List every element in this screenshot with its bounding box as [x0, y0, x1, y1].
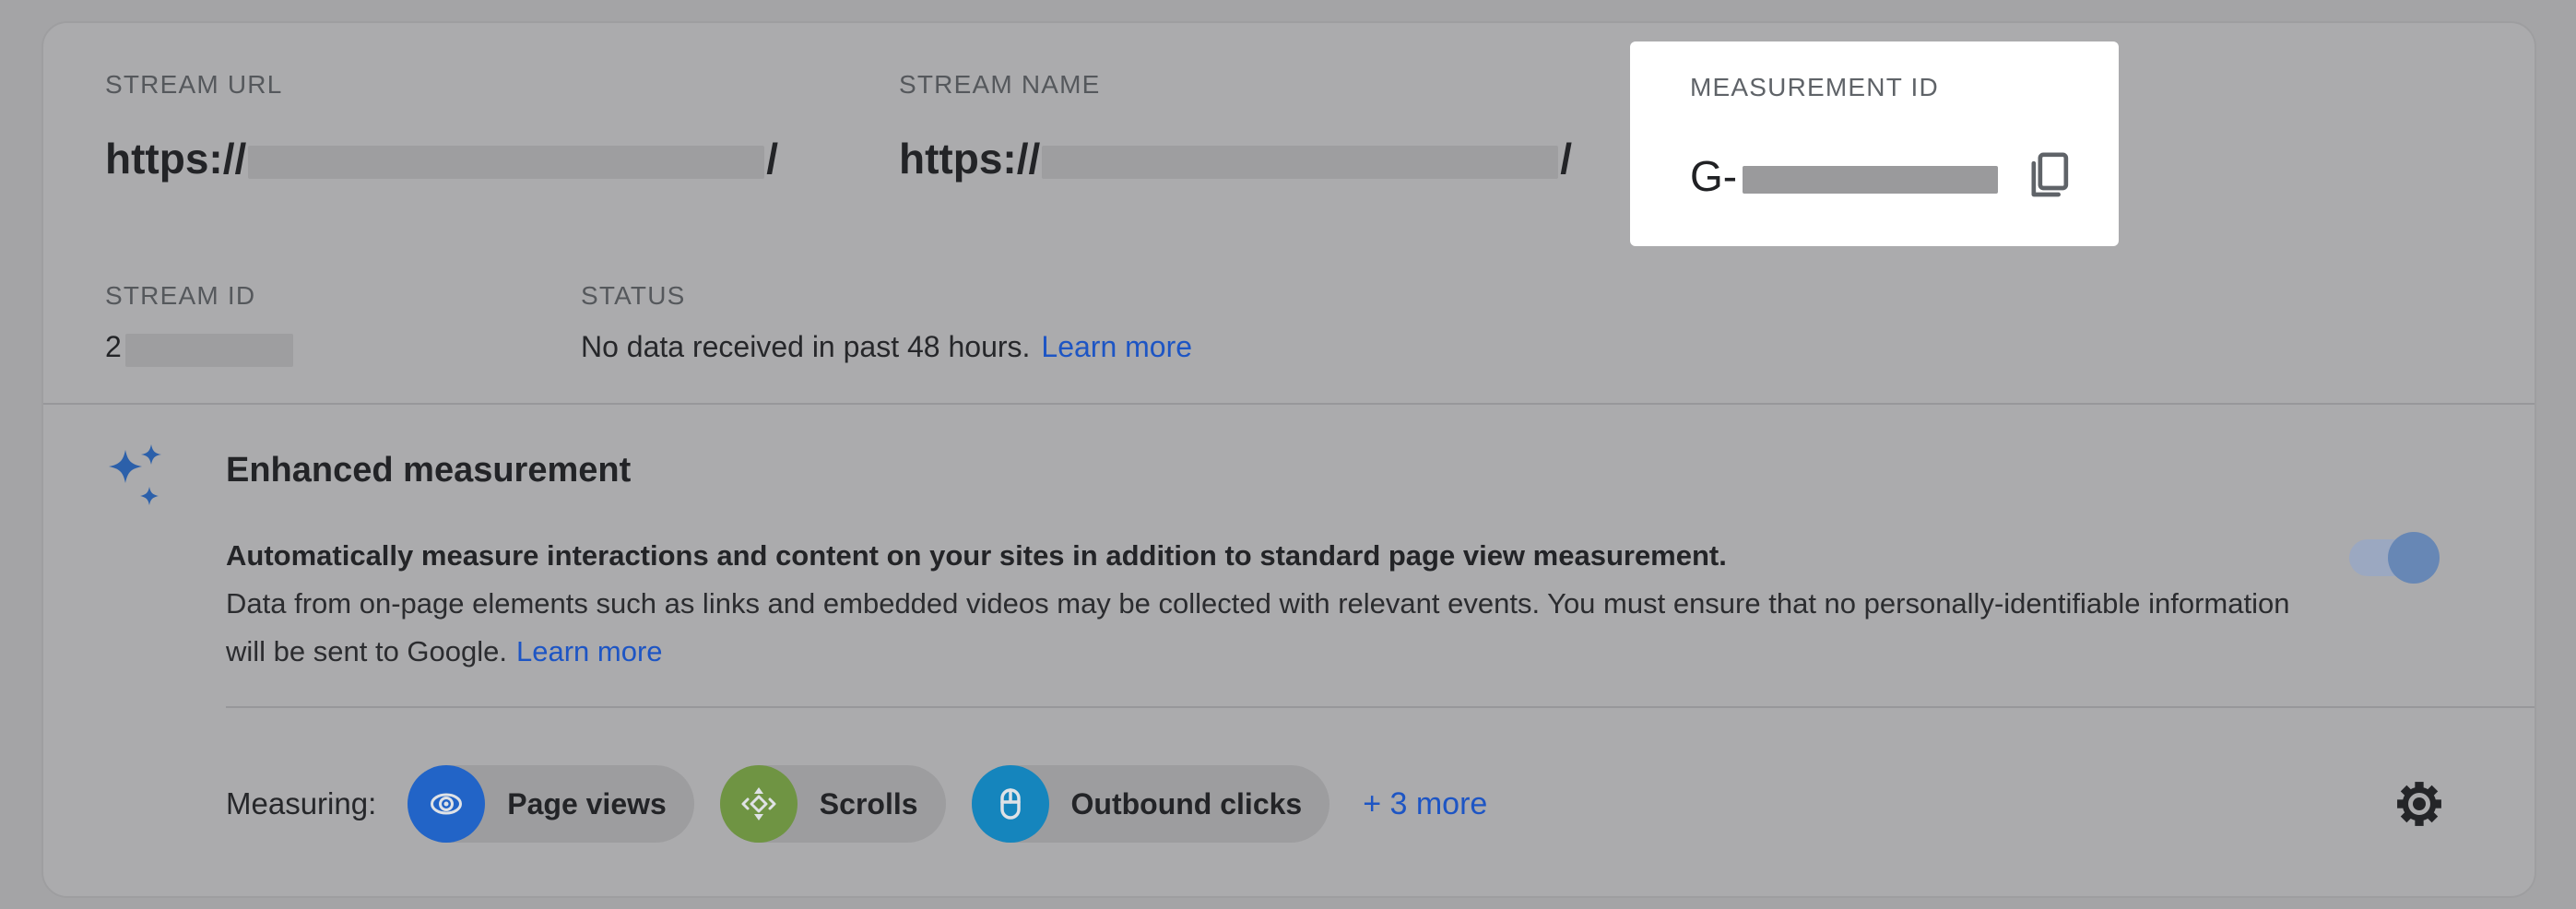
- enhanced-measurement-title: Enhanced measurement: [226, 450, 631, 490]
- more-events-link[interactable]: + 3 more: [1363, 786, 1487, 822]
- stream-url-prefix: https://: [105, 134, 246, 183]
- stream-url-value: https:// /: [105, 133, 778, 184]
- measuring-row: Measuring: Page views: [226, 765, 1487, 843]
- web-stream-details-card: STREAM URL https:// / STREAM NAME https:…: [41, 21, 2536, 898]
- chip-label: Page views: [507, 787, 667, 821]
- copy-measurement-id-button[interactable]: [2022, 149, 2074, 204]
- stream-url-label: STREAM URL: [105, 69, 282, 100]
- measuring-settings-button[interactable]: [2393, 778, 2445, 830]
- gear-icon: [2393, 778, 2445, 830]
- measurement-id-highlight-box: MEASUREMENT ID G-: [1630, 41, 2119, 246]
- sparkles-icon: [105, 443, 164, 509]
- chip-label: Outbound clicks: [1071, 787, 1303, 821]
- chip-outbound-clicks: Outbound clicks: [972, 765, 1330, 843]
- stream-name-redaction-bar: [1042, 146, 1558, 179]
- stream-url-suffix: /: [766, 134, 778, 183]
- scroll-icon: [720, 765, 798, 843]
- measurement-id-label: MEASUREMENT ID: [1690, 72, 1939, 103]
- enhanced-measurement-toggle[interactable]: [2349, 532, 2440, 584]
- stream-id-prefix: 2: [105, 330, 122, 364]
- mouse-icon: [972, 765, 1049, 843]
- stream-name-prefix: https://: [899, 134, 1040, 183]
- status-learn-more-link[interactable]: Learn more: [1041, 330, 1192, 364]
- stream-name-suffix: /: [1560, 134, 1572, 183]
- status-label: STATUS: [581, 280, 686, 312]
- stream-id-redaction-bar: [125, 334, 293, 367]
- stream-id-label: STREAM ID: [105, 280, 255, 312]
- content-copy-icon: [2022, 149, 2074, 201]
- stream-url-redaction-bar: [248, 146, 764, 179]
- stream-id-value: 2: [105, 326, 293, 367]
- stream-name-label: STREAM NAME: [899, 69, 1101, 100]
- stream-name-value: https:// /: [899, 133, 1572, 184]
- eye-icon: [408, 765, 485, 843]
- measurement-id-value: G-: [1690, 148, 2074, 204]
- status-message: No data received in past 48 hours.: [581, 330, 1030, 364]
- measurement-id-redaction-bar: [1743, 166, 1998, 194]
- measuring-label: Measuring:: [226, 786, 376, 821]
- chip-page-views: Page views: [408, 765, 694, 843]
- chip-scrolls: Scrolls: [720, 765, 946, 843]
- toggle-knob: [2388, 532, 2440, 584]
- status-value: No data received in past 48 hours. Learn…: [581, 326, 1192, 367]
- enhanced-measurement-description-body: Data from on-page elements such as links…: [226, 580, 2310, 676]
- enhanced-measurement-description: Automatically measure interactions and c…: [226, 532, 2310, 676]
- enhanced-measurement-learn-more-link[interactable]: Learn more: [516, 635, 663, 667]
- measurement-id-prefix: G-: [1690, 151, 1737, 201]
- section-divider-top: [43, 403, 2535, 405]
- enhanced-measurement-description-bold: Automatically measure interactions and c…: [226, 532, 2310, 580]
- section-divider-bottom: [226, 706, 2535, 708]
- chip-label: Scrolls: [820, 787, 918, 821]
